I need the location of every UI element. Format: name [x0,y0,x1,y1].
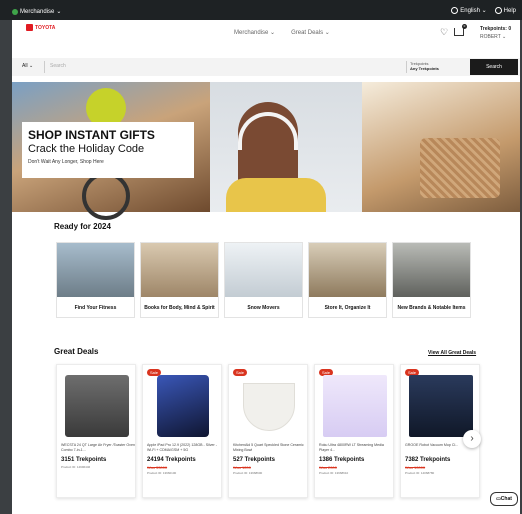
brand-name: TOYOTA [35,24,56,31]
category-image [141,243,218,297]
product-was-price: Was 10000 [405,465,426,470]
product-id: Product ID: 13960100 [147,471,177,475]
cart-badge: 0 [462,24,467,29]
nav-merchandise-label: Merchandise [234,30,269,36]
carousel-next-button[interactable]: › [463,430,481,448]
product-id: Product ID: 13968600 [233,471,263,475]
hero-banner[interactable]: SHOP INSTANT GIFTS Crack the Holiday Cod… [12,82,520,220]
category-card[interactable]: Find Your Fitness [56,242,135,318]
divider [44,61,45,73]
category-card[interactable]: Snow Movers [224,242,303,318]
chat-button[interactable]: ▭Chat [490,492,518,506]
product-image [409,375,473,437]
nav-merchandise[interactable]: Merchandise ⌄ [234,29,275,36]
hero-tagline: Don't Wait Any Longer, Shop Here [28,159,104,165]
product-id: Product ID: 14996446 [61,465,91,469]
product-name: KitchenAid 5 Quart Speckled Stone Cerami… [233,443,304,452]
divider [406,61,407,73]
category-label: Store It, Organize It [324,305,371,311]
search-input[interactable]: Search [50,63,66,69]
product-points: 24194 Trekpoints [147,457,196,463]
chevron-right-icon: › [470,433,474,444]
product-id: Product ID: 13968610 [319,471,349,475]
chat-label: Chat [500,496,512,502]
wicker-chair [420,138,500,198]
nav-great-deals-label: Great Deals [291,30,324,36]
top-utility-bar: Merchandise ⌄ English ⌄ Help [0,0,522,20]
bike-wheel [82,172,130,220]
product-name: WECSTA 24 QT Large Air Fryer /Toaster Ov… [61,443,135,452]
sale-badge: Sale [233,369,248,376]
site-header: TOYOTA Merchandise ⌄ Great Deals ⌄ ♡ 0 T… [12,20,520,52]
product-card[interactable]: Sale Apple iPad Pro 12.9 (2022) 128GB - … [142,364,222,498]
category-image [393,243,470,297]
product-points: 527 Trekpoints [233,457,276,463]
product-image [243,383,295,431]
trekpoints-balance: Trekpoints: 0 [480,26,512,32]
category-image [309,243,386,297]
help-label: Help [503,8,516,15]
search-button[interactable]: Search [470,59,518,75]
help-link[interactable]: Help [494,7,516,15]
product-image [323,375,387,437]
product-was-price: Was 2000 [319,465,337,470]
page: TOYOTA Merchandise ⌄ Great Deals ⌄ ♡ 0 T… [12,20,520,514]
hero-text-card: SHOP INSTANT GIFTS Crack the Holiday Cod… [22,122,194,178]
user-name: ROBERT ⌄ [480,34,507,40]
product-name: Roku Ultra 4800RW LT Streaming Media Pla… [319,443,384,452]
category-label: Books for Body, Mind & Spirit [144,305,215,311]
product-image [157,375,209,437]
category-label: Find Your Fitness [74,305,117,311]
left-gutter [0,20,12,514]
ready-section-title: Ready for 2024 [54,222,111,231]
product-points: 7382 Trekpoints [405,457,451,463]
view-all-deals-link[interactable]: View All Great Deals [428,350,476,356]
chevron-down-icon: ⌄ [56,9,62,15]
yellow-shirt [226,178,326,212]
product-id: Product ID: 14068780 [405,471,435,475]
great-deals-title: Great Deals [54,347,99,356]
merchandise-menu[interactable]: Merchandise ⌄ [12,8,61,15]
app-icon [12,8,18,15]
product-was-price: Was 33000 [147,465,168,470]
product-points: 3151 Trekpoints [61,457,107,463]
category-list: Find Your Fitness Books for Body, Mind &… [56,242,471,318]
hero-subtitle: Crack the Holiday Code [28,143,145,155]
product-was-price: Was 1200 [233,465,251,470]
language-selector[interactable]: English ⌄ [451,7,487,15]
language-label: English [460,8,480,15]
search-bar: All ⌄ Search Trekpoints Any Trekpoints Se… [12,58,520,76]
account-menu[interactable]: Trekpoints: 0 ROBERT ⌄ [480,26,511,40]
brand-logo[interactable]: TOYOTA [26,24,55,31]
toyota-logo-icon [26,24,33,31]
category-card[interactable]: Store It, Organize It [308,242,387,318]
product-image [65,375,129,437]
trekpoints-filter-value: Any Trekpoints [410,66,439,71]
hero-title: SHOP INSTANT GIFTS [28,128,155,142]
search-scope-select[interactable]: All ⌄ [22,63,33,69]
nav-great-deals[interactable]: Great Deals ⌄ [291,29,330,36]
product-card[interactable]: Sale KitchenAid 5 Quart Speckled Stone C… [228,364,308,498]
product-card[interactable]: WECSTA 24 QT Large Air Fryer /Toaster Ov… [56,364,136,498]
wishlist-heart-icon[interactable]: ♡ [440,28,448,37]
category-image [57,243,134,297]
merchandise-menu-label: Merchandise [20,8,55,15]
product-name: Apple iPad Pro 12.9 (2022) 128GB - Silve… [147,443,217,452]
help-icon [494,7,502,14]
category-label: Snow Movers [247,305,280,311]
category-card[interactable]: New Brands & Notable Items [392,242,471,318]
globe-icon [451,7,459,14]
trekpoints-filter[interactable]: Trekpoints Any Trekpoints [410,61,439,71]
category-label: New Brands & Notable Items [397,305,466,311]
cart-icon[interactable]: 0 [454,24,467,36]
deals-carousel: WECSTA 24 QT Large Air Fryer /Toaster Ov… [56,364,480,498]
product-points: 1386 Trekpoints [319,457,365,463]
category-image [225,243,302,297]
main-nav: Merchandise ⌄ Great Deals ⌄ [234,29,330,36]
product-card[interactable]: Sale Roku Ultra 4800RW LT Streaming Medi… [314,364,394,498]
category-card[interactable]: Books for Body, Mind & Spirit [140,242,219,318]
